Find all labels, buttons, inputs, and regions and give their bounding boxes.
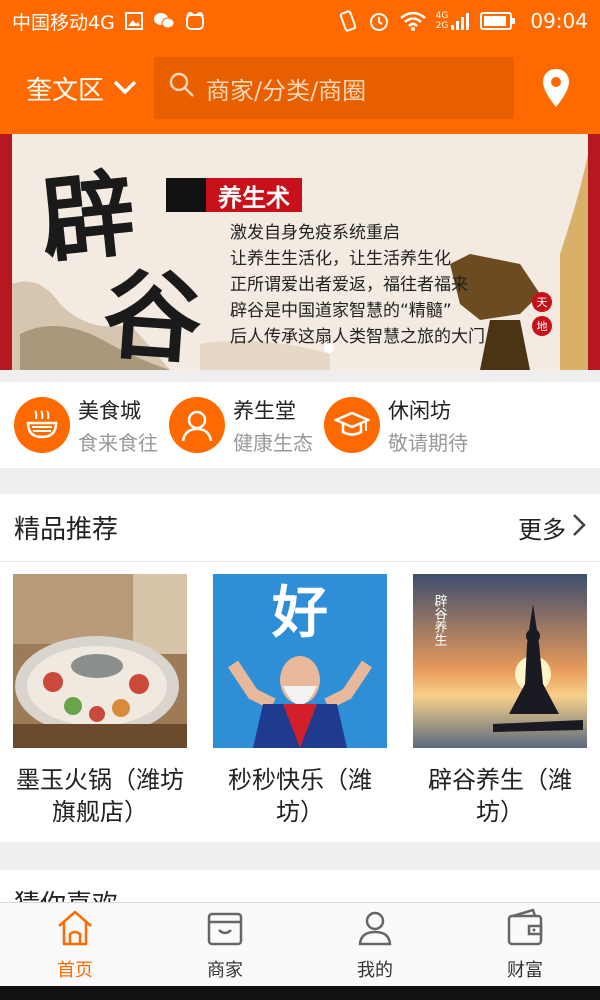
user-icon <box>355 908 395 952</box>
category-title: 休闲坊 <box>388 398 451 423</box>
category-title: 养生堂 <box>233 398 296 423</box>
food-bowl-icon <box>14 397 70 453</box>
battery-icon <box>480 12 516 30</box>
alarm-icon <box>368 10 390 32</box>
network-4g-label: 4G <box>435 11 449 21</box>
tab-home[interactable]: 首页 <box>0 903 150 986</box>
chevron-down-icon <box>112 73 138 103</box>
category-leisure[interactable]: 休闲坊 敬请期待 <box>324 395 479 456</box>
wechat-icon <box>153 12 175 30</box>
tab-label: 首页 <box>57 959 93 981</box>
tab-merchants[interactable]: 商家 <box>150 903 300 986</box>
district-label: 奎文区 <box>26 75 105 106</box>
happy-man-photo: 好 <box>213 574 387 748</box>
more-label: 更多 <box>518 516 566 544</box>
category-subtitle: 健康生态 <box>233 430 313 455</box>
vibrate-icon <box>338 10 358 32</box>
recommend-item[interactable]: 好 秒秒快乐（潍坊） <box>213 574 387 828</box>
search-placeholder: 商家/分类/商圈 <box>206 76 367 105</box>
chevron-right-icon <box>572 513 586 543</box>
signal-icon: 4G 2G <box>436 11 471 31</box>
wifi-icon <box>399 11 426 31</box>
banner-title-box: 养生术 <box>166 178 302 212</box>
banner-line: 正所谓爱出者爱返，福往者福来 <box>230 275 468 295</box>
search-input[interactable]: 商家/分类/商圈 <box>154 57 514 119</box>
tab-label: 财富 <box>507 959 543 981</box>
app-header: 奎文区 商家/分类/商圈 <box>0 42 600 134</box>
clock: 09:04 <box>530 9 588 33</box>
wallet-icon <box>505 907 545 952</box>
category-subtitle: 食来食往 <box>78 430 158 455</box>
carrier-label: 中国移动4G <box>12 11 115 34</box>
category-food[interactable]: 美食城 食来食往 <box>14 395 169 456</box>
banner-line: 让养生生活化，让生活养生化 <box>230 249 451 269</box>
photo-caption-bigu: 辟谷养生 <box>432 594 448 646</box>
network-2g-label: 2G <box>435 21 449 31</box>
category-title: 美食城 <box>78 398 141 423</box>
category-subtitle: 敬请期待 <box>388 430 468 455</box>
search-icon <box>168 71 196 105</box>
tab-label: 商家 <box>207 959 243 981</box>
recommend-item-name: 秒秒快乐（潍坊） <box>228 766 372 826</box>
banner-line: 后人传承这扇人类智慧之旅的大门 <box>230 327 485 347</box>
recommend-item[interactable]: 墨玉火锅（潍坊旗舰店） <box>13 574 187 828</box>
shop-icon <box>205 908 245 952</box>
yoga-sunset-photo: 辟谷养生 <box>413 574 587 748</box>
tab-mine[interactable]: 我的 <box>300 903 450 986</box>
recommend-header: 精品推荐 更多 <box>0 494 600 562</box>
status-bar: 中国移动4G 4G 2G 09:04 <box>0 0 600 42</box>
banner-line: 辟谷是中国道家智慧的“精髓” <box>230 301 452 321</box>
seal-heaven: 天 <box>532 292 552 312</box>
recommend-item[interactable]: 辟谷养生 辟谷养生（潍坊） <box>413 574 587 828</box>
district-selector[interactable]: 奎文区 <box>26 70 154 107</box>
banner-title: 养生术 <box>206 178 302 212</box>
system-nav-strip <box>0 986 600 1000</box>
section-title: 精品推荐 <box>14 515 119 545</box>
cat-icon <box>185 12 205 30</box>
tab-wealth[interactable]: 财富 <box>450 903 600 986</box>
carousel-indicator-dot[interactable] <box>324 343 334 353</box>
photo-caption-good: 好 <box>271 580 328 646</box>
promo-banner[interactable]: 辟 谷 养生术 激发自身免疫系统重启 让养生生活化，让生活养生化 正所谓爱出者爱… <box>0 134 600 370</box>
more-link[interactable]: 更多 <box>518 510 586 545</box>
location-pin-icon[interactable] <box>542 68 570 108</box>
recommend-section: 精品推荐 更多 墨玉火锅（潍坊旗舰店） 好 秒秒快乐（潍坊） 辟谷养生 辟谷养生… <box>0 494 600 842</box>
category-row: 美食城 食来食往 养生堂 健康生态 休闲坊 敬请期待 <box>0 382 600 468</box>
tab-label: 我的 <box>357 959 393 981</box>
banner-line: 激发自身免疫系统重启 <box>230 223 400 243</box>
recommend-item-name: 辟谷养生（潍坊） <box>428 766 572 826</box>
home-icon <box>55 908 95 952</box>
banner-text-lines: 激发自身免疫系统重启 让养生生活化，让生活养生化 正所谓爱出者爱返，福往者福来 … <box>230 220 485 350</box>
category-health[interactable]: 养生堂 健康生态 <box>169 395 324 456</box>
graduation-cap-icon <box>324 397 380 453</box>
recommend-item-name: 墨玉火锅（潍坊旗舰店） <box>16 766 184 826</box>
image-icon <box>124 12 143 30</box>
person-icon <box>169 397 225 453</box>
title-black-block <box>166 178 206 212</box>
hotpot-photo <box>13 574 187 748</box>
seal-earth: 地 <box>532 316 552 336</box>
bottom-tab-bar: 首页 商家 我的 财富 <box>0 902 600 986</box>
banner-big-char-2: 谷 <box>99 256 206 370</box>
